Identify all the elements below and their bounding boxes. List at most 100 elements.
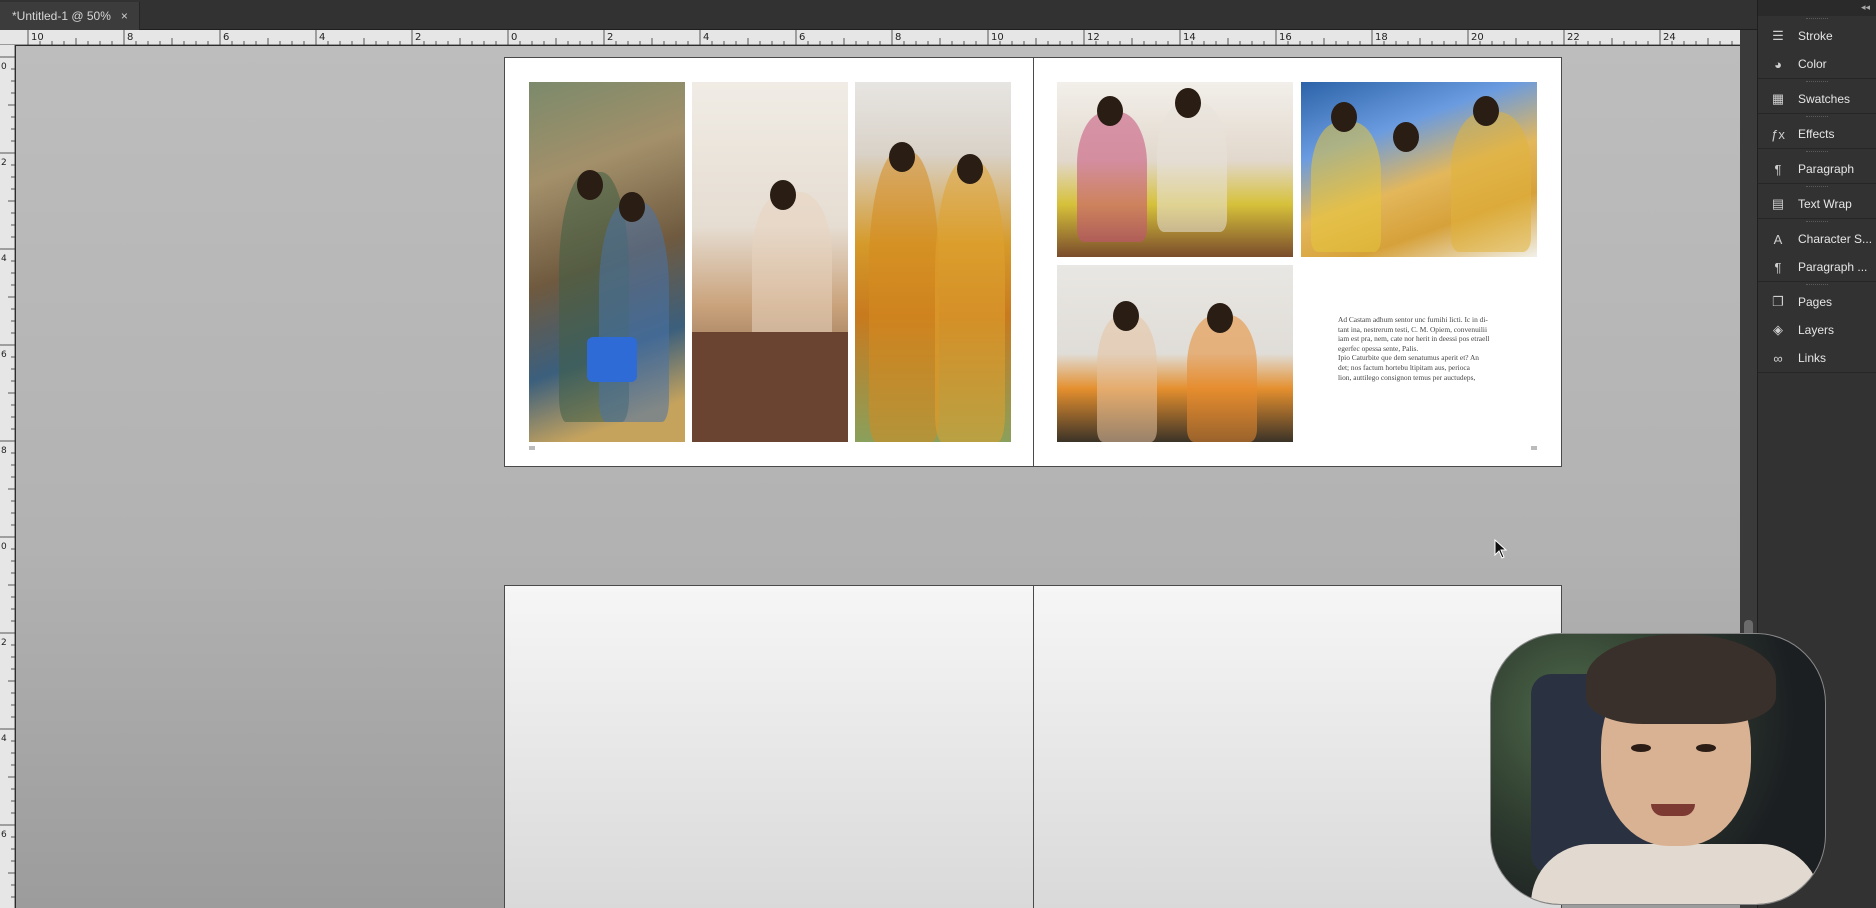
photo-frame-dancing[interactable] <box>1057 265 1293 442</box>
panel-item-label: Layers <box>1798 323 1835 337</box>
photo-figure <box>1311 122 1381 252</box>
photo-head <box>889 142 915 172</box>
ruler-label-v-0: 0 <box>1 62 7 72</box>
spread-2[interactable] <box>504 585 1562 908</box>
panel-groups: ☰ Stroke ◕ Color ▦ Swatches ƒx Effects ¶ Paragrap… <box>1758 16 1876 373</box>
panel-item-pages[interactable]: ❐ Pages <box>1758 288 1876 316</box>
ruler-label-v-4: 8 <box>1 446 7 456</box>
photo-head <box>1097 96 1123 126</box>
vertical-ruler[interactable]: 0 2 4 6 8 0 2 4 6 <box>0 45 15 908</box>
webcam-overlay <box>1490 633 1826 905</box>
photo-figure <box>1451 112 1531 252</box>
ruler-label-16: 22 <box>1567 32 1580 43</box>
body-text-line: iam est pra, nem, cate nor herit in dees… <box>1338 334 1490 344</box>
close-tab-icon[interactable]: × <box>121 9 128 23</box>
photo-basket <box>587 337 637 382</box>
panel-item-links[interactable]: ∞ Links <box>1758 344 1876 372</box>
ruler-label-3: 4 <box>319 32 325 43</box>
ruler-label-v-5: 0 <box>1 542 7 552</box>
panel-item-label: Character S... <box>1798 232 1873 246</box>
photo-figure <box>1187 315 1257 442</box>
collapse-panels-icon[interactable]: ◂◂ <box>1861 2 1870 13</box>
panel-item-swatches[interactable]: ▦ Swatches <box>1758 85 1876 113</box>
panel-item-color[interactable]: ◕ Color <box>1758 50 1876 78</box>
body-text-line: lion, auttilego consignon temus per auct… <box>1338 372 1476 382</box>
panel-item-character-s[interactable]: A Character S... <box>1758 225 1876 253</box>
document-tab-bar: *Untitled-1 @ 50% × <box>0 0 1757 30</box>
panel-group-4: ▤ Text Wrap <box>1758 184 1876 219</box>
photo-head <box>1113 301 1139 331</box>
photo-figure <box>1097 315 1157 442</box>
panel-item-label: Color <box>1798 57 1827 71</box>
photo-frame-kitchen[interactable] <box>692 82 848 442</box>
page-number-marker-right <box>1531 446 1537 450</box>
panel-item-text-wrap[interactable]: ▤ Text Wrap <box>1758 190 1876 218</box>
panel-item-stroke[interactable]: ☰ Stroke <box>1758 22 1876 50</box>
panel-item-effects[interactable]: ƒx Effects <box>1758 120 1876 148</box>
photo-table <box>692 332 848 442</box>
photo-frame-family-table[interactable] <box>1301 82 1537 257</box>
document-tab[interactable]: *Untitled-1 @ 50% × <box>0 2 140 30</box>
panel-item-layers[interactable]: ◈ Layers <box>1758 316 1876 344</box>
photo-figure <box>752 192 832 352</box>
body-text-line: tant ina, nestrerum testi, C. M. Opiem, … <box>1338 324 1488 334</box>
ruler-label-14: 18 <box>1375 32 1388 43</box>
photo-head <box>1175 88 1201 118</box>
photo-figure <box>1077 112 1147 242</box>
photo-frame-kente[interactable] <box>855 82 1011 442</box>
ruler-label-8: 6 <box>799 32 805 43</box>
body-text-line: Ad Castam adhum sentor unc furnihi licti… <box>1338 315 1488 324</box>
spread-spine <box>1033 586 1034 908</box>
webcam-shirt <box>1531 844 1821 904</box>
panel-dock-header: ◂◂ <box>1758 0 1876 16</box>
ruler-label-v-6: 2 <box>1 638 7 648</box>
photo-frame-family-kitchen[interactable] <box>1057 82 1293 257</box>
panel-item-label: Paragraph ... <box>1798 260 1868 274</box>
photo-head <box>619 192 645 222</box>
document-tab-title: *Untitled-1 @ 50% <box>12 9 111 23</box>
panel-item-label: Paragraph <box>1798 162 1855 176</box>
panel-group-5: A Character S... ¶ Paragraph ... <box>1758 219 1876 282</box>
ruler-label-15: 20 <box>1471 32 1484 43</box>
spread-spine <box>1033 58 1034 466</box>
photo-figure <box>1157 102 1227 232</box>
text-wrap-icon: ▤ <box>1771 196 1785 211</box>
character-styles-icon: A <box>1773 231 1783 247</box>
webcam-eye <box>1696 744 1716 752</box>
panel-item-label: Links <box>1798 351 1827 365</box>
photo-figure <box>935 162 1005 442</box>
ruler-label-17: 24 <box>1663 32 1676 43</box>
ruler-label-v-2: 4 <box>1 254 7 264</box>
panel-item-label: Text Wrap <box>1798 197 1852 211</box>
ruler-label-7: 4 <box>703 32 709 43</box>
panel-item-label: Swatches <box>1798 92 1851 106</box>
ruler-label-13: 16 <box>1279 32 1292 43</box>
spread-1[interactable]: Ad Castam adhum sentor unc furnihi licti… <box>504 57 1562 467</box>
stroke-icon: ☰ <box>1772 28 1784 43</box>
photo-head <box>1473 96 1499 126</box>
color-icon: ◕ <box>1774 56 1782 72</box>
pages-icon: ❐ <box>1772 294 1784 309</box>
ruler-label-5: 0 <box>511 32 517 43</box>
ruler-label-v-8: 6 <box>1 830 7 840</box>
panel-group-6: ❐ Pages ◈ Layers ∞ Links <box>1758 282 1876 373</box>
panel-item-label: Effects <box>1798 127 1835 141</box>
ruler-label-0: 10 <box>31 32 44 43</box>
horizontal-ruler[interactable]: 10 8 6 4 2 0 2 4 6 8 10 12 14 16 18 20 22 24 <box>0 30 1740 45</box>
photo-frame-grocery[interactable] <box>529 82 685 442</box>
body-text-line: det; nos factum hortebu ltipitam aus, pe… <box>1338 362 1470 372</box>
body-text-frame[interactable]: Ad Castam adhum sentor unc furnihi licti… <box>1338 315 1518 382</box>
paragraph-icon: ¶ <box>1774 161 1782 177</box>
links-icon: ∞ <box>1773 350 1783 366</box>
panel-item-paragraph[interactable]: ¶ Paragraph <box>1758 155 1876 183</box>
ruler-label-6: 2 <box>607 32 613 43</box>
effects-icon: ƒx <box>1771 126 1785 142</box>
panel-item-paragraph[interactable]: ¶ Paragraph ... <box>1758 253 1876 281</box>
ruler-label-v-1: 2 <box>1 158 7 168</box>
paragraph-styles-icon: ¶ <box>1774 259 1782 275</box>
layers-icon: ◈ <box>1773 322 1783 337</box>
body-text-line: Ipio Caturbite que dem senatumus aperit … <box>1338 353 1479 363</box>
photo-head <box>770 180 796 210</box>
ruler-label-2: 6 <box>223 32 229 43</box>
photo-figure <box>599 202 669 422</box>
